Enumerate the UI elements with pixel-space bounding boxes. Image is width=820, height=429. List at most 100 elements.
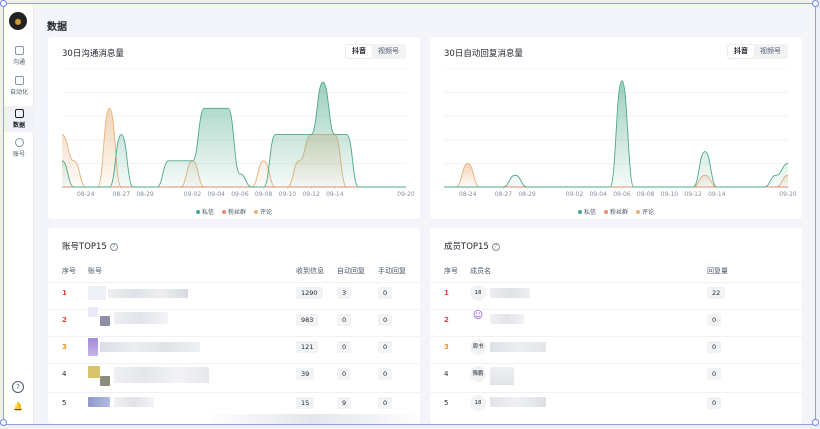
x-tick-label: 09-02: [566, 191, 584, 198]
table-row[interactable]: 3 周书 0: [430, 336, 802, 356]
resize-handle-tl[interactable]: [0, 0, 7, 7]
legend-item-private[interactable]: 私信: [196, 207, 214, 216]
legend-item-fans[interactable]: 粉丝群: [604, 207, 628, 216]
auto-count: 0: [337, 341, 352, 353]
sidebar-item-label: 数据: [12, 122, 25, 129]
x-tick-label: 09-08: [637, 191, 655, 198]
table-row[interactable]: 4 豫鹏 0: [430, 363, 802, 389]
col-rank: 序号: [62, 267, 76, 275]
received-count: 121: [296, 341, 319, 353]
member-name-redacted: [490, 367, 514, 385]
chart-legend: 私信 粉丝群 评论: [578, 207, 654, 216]
account-icon: [14, 138, 24, 147]
rank: 5: [444, 399, 449, 407]
table-row[interactable]: 4 39 0 0: [48, 363, 420, 389]
area-chart: 08-24 08-27 08-29 09-02 09-04 09-06 09-08 09-10…: [61, 68, 415, 198]
account-avatar-redacted: [100, 316, 110, 326]
rank: 4: [444, 370, 449, 378]
chart-card-auto-reply: 30日自动回复消息量 抖音 视频号 08-24 08-27 08-29 09-02 09…: [430, 37, 802, 219]
legend-item-comment[interactable]: 评论: [254, 207, 272, 216]
legend-item-fans[interactable]: 粉丝群: [222, 207, 246, 216]
avatar: 18: [470, 395, 486, 411]
account-name-redacted: [114, 312, 168, 324]
x-tick-label: 09-20: [779, 191, 797, 198]
auto-count: 0: [337, 368, 352, 380]
x-tick-label: 09-20: [397, 191, 415, 198]
sidebar-item-data[interactable]: 数据: [4, 106, 34, 132]
rank: 4: [62, 370, 67, 378]
account-avatar-redacted: [100, 376, 110, 386]
automation-icon: [14, 76, 24, 85]
x-tick-label: 08-29: [136, 191, 154, 198]
legend-item-comment[interactable]: 评论: [636, 207, 654, 216]
chart-legend: 私信 粉丝群 评论: [196, 207, 272, 216]
help-icon[interactable]: ?: [12, 381, 24, 393]
col-member: 成员名: [470, 267, 491, 275]
table-row[interactable]: 1 1290 3 0: [48, 282, 420, 302]
x-tick-label: 09-02: [184, 191, 202, 198]
x-tick-label: 09-12: [684, 191, 702, 198]
members-top-card: 成员TOP15? 序号 成员名 回复量 1 18 22 2 ☺ 0 3 周书 0…: [430, 228, 802, 424]
resize-handle-br[interactable]: [812, 419, 819, 426]
sidebar-item-label: 账号: [12, 151, 25, 158]
x-tick-label: 09-12: [302, 191, 320, 198]
x-tick-label: 09-06: [613, 191, 631, 198]
rank: 3: [62, 343, 67, 351]
reply-count: 22: [707, 287, 726, 299]
x-tick-label: 09-14: [326, 191, 344, 198]
received-count: 39: [296, 368, 315, 380]
rank: 2: [444, 316, 449, 324]
account-avatar-redacted: [88, 366, 100, 378]
sidebar-item-automation[interactable]: 自动化: [4, 76, 34, 100]
resize-handle-bl[interactable]: [0, 419, 7, 426]
bell-icon[interactable]: 🔔: [12, 401, 24, 413]
table-title: 账号TOP15?: [62, 240, 118, 252]
x-tick-label: 09-10: [279, 191, 297, 198]
manual-count: 0: [378, 368, 393, 380]
data-icon: [14, 109, 24, 118]
x-tick-label: 08-24: [459, 191, 477, 198]
reply-count: 0: [707, 397, 722, 409]
account-avatar-redacted: [88, 397, 110, 407]
table-row[interactable]: 2 983 0 0: [48, 307, 420, 329]
auto-count: 9: [337, 397, 352, 409]
table-row[interactable]: 5 15 9 0: [48, 392, 420, 412]
sidebar: 沟通 自动化 数据 账号 ? 🔔: [4, 4, 34, 424]
member-name-redacted: [490, 342, 546, 352]
x-tick-label: 09-10: [661, 191, 679, 198]
account-name-redacted: [114, 367, 209, 383]
rank: 5: [62, 399, 67, 407]
help-icon[interactable]: ?: [491, 243, 500, 251]
received-count: 983: [296, 314, 319, 326]
table-row[interactable]: 2 ☺ 0: [430, 308, 802, 329]
table-title: 成员TOP15?: [444, 240, 500, 252]
table-row[interactable]: 5 18 0: [430, 392, 802, 412]
sidebar-item-chat[interactable]: 沟通: [4, 46, 34, 70]
reply-count: 0: [707, 368, 722, 380]
member-name-redacted: [490, 397, 546, 407]
rank: 3: [444, 343, 449, 351]
avatar: 豫鹏: [470, 366, 486, 382]
rank: 2: [62, 316, 67, 324]
account-avatar-redacted: [88, 338, 98, 356]
table-row[interactable]: 1 18 22: [430, 282, 802, 302]
help-icon[interactable]: ?: [109, 243, 118, 251]
table-row[interactable]: 3 121 0 0: [48, 336, 420, 356]
received-count: 1290: [296, 287, 323, 299]
scroll-hint: [204, 414, 424, 424]
member-name-redacted: [490, 288, 530, 298]
received-count: 15: [296, 397, 315, 409]
app-window: 沟通 自动化 数据 账号 ? 🔔 数据 30日沟通消息量 抖音 视频号 08-2…: [3, 3, 816, 425]
account-name-redacted: [108, 289, 188, 298]
sidebar-item-label: 自动化: [9, 89, 28, 96]
resize-handle-tr[interactable]: [812, 0, 819, 7]
x-tick-label: 08-27: [113, 191, 131, 198]
x-tick-label: 09-04: [589, 191, 607, 198]
legend-item-private[interactable]: 私信: [578, 207, 596, 216]
app-logo: [9, 12, 27, 30]
x-tick-label: 09-04: [207, 191, 225, 198]
sidebar-item-account[interactable]: 账号: [4, 138, 34, 162]
x-tick-label: 09-08: [255, 191, 273, 198]
chart-card-communication: 30日沟通消息量 抖音 视频号 08-24 08-27 08-29 09-02 09-0…: [48, 37, 420, 219]
manual-count: 0: [378, 397, 393, 409]
